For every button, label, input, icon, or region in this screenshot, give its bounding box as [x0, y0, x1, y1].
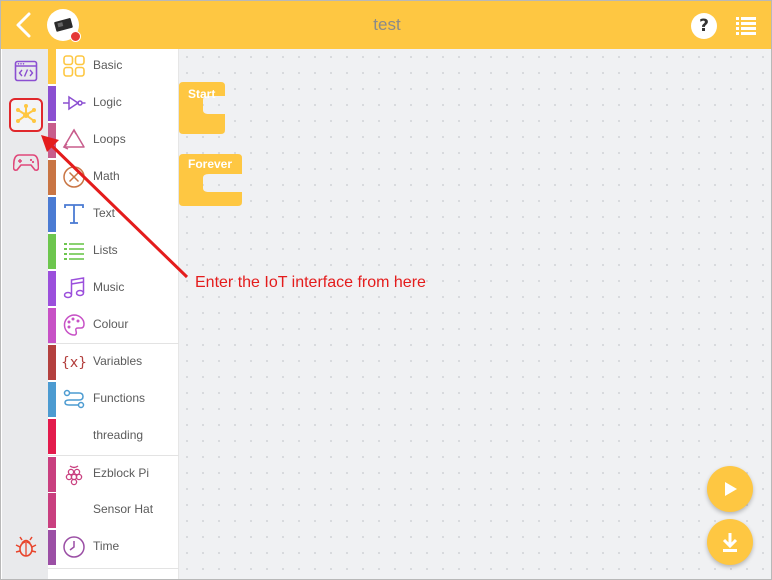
category-label: Text — [93, 206, 116, 220]
grid-icon — [63, 55, 85, 77]
category-color-bar — [48, 493, 56, 528]
category-label: Sensor Hat — [93, 502, 154, 516]
music-note-icon — [63, 277, 85, 299]
category-color-bar — [48, 123, 56, 158]
palette-icon — [63, 314, 85, 336]
play-icon — [725, 482, 737, 496]
category-functions[interactable]: Functions — [48, 382, 179, 417]
category-label: Math — [93, 169, 120, 183]
category-basic[interactable]: Basic — [48, 49, 179, 84]
category-label: threading — [93, 428, 144, 442]
category-panel: Basic Logic Loops Math Text Lists Music … — [48, 49, 179, 579]
category-color-bar — [48, 457, 56, 492]
iot-button[interactable] — [9, 98, 43, 132]
forever-block-label: Forever — [188, 157, 233, 171]
project-title: test — [373, 15, 401, 34]
category-label: Logic — [93, 95, 122, 109]
code-view-icon — [14, 60, 38, 82]
category-label: Functions — [93, 391, 146, 405]
side-rail — [2, 49, 48, 579]
logic-gate-icon — [63, 95, 86, 111]
category-color-bar — [48, 530, 56, 565]
category-color-bar — [48, 86, 56, 121]
category-lists[interactable]: Lists — [48, 234, 179, 269]
category-text[interactable]: Text — [48, 197, 179, 232]
list-icon — [64, 243, 84, 260]
category-variables[interactable]: {x} Variables — [48, 345, 179, 380]
category-label: Basic — [93, 58, 123, 72]
category-logic[interactable]: Logic — [48, 86, 179, 121]
run-button[interactable] — [707, 466, 753, 512]
help-button[interactable]: ? — [691, 13, 717, 39]
category-color-bar — [48, 382, 56, 417]
gamepad-icon — [13, 154, 39, 171]
iot-icon — [16, 104, 36, 123]
category-color-bar — [48, 345, 56, 380]
category-color-bar — [48, 419, 56, 454]
download-button[interactable] — [707, 519, 753, 565]
category-color-bar — [48, 49, 56, 84]
category-threading[interactable]: threading — [48, 419, 179, 454]
clock-icon — [63, 536, 85, 558]
category-color-bar — [48, 160, 56, 195]
debug-button[interactable] — [9, 530, 43, 564]
variable-icon: {x} — [62, 355, 86, 371]
category-music[interactable]: Music — [48, 271, 179, 306]
category-sensor-hat[interactable]: Sensor Hat — [48, 493, 179, 528]
category-color-bar — [48, 308, 56, 343]
code-view-button[interactable] — [9, 54, 43, 88]
category-loops[interactable]: Loops — [48, 123, 179, 158]
svg-text:{x}: {x} — [62, 355, 86, 371]
text-icon — [64, 204, 84, 224]
category-label: Variables — [93, 354, 143, 368]
category-label: Colour — [93, 317, 129, 331]
bug-icon — [15, 536, 37, 557]
block-workspace[interactable]: Start Forever — [179, 49, 771, 579]
category-math[interactable]: Math — [48, 160, 179, 195]
category-color-bar — [48, 234, 56, 269]
raspberry-icon — [65, 465, 83, 486]
category-divider — [48, 568, 179, 569]
category-label: Lists — [93, 243, 118, 257]
category-label: Time — [93, 539, 120, 553]
category-time[interactable]: Time — [48, 530, 179, 565]
category-divider — [48, 343, 179, 344]
annotation-text: Enter the IoT interface from here — [195, 274, 426, 291]
start-block-label: Start — [188, 87, 216, 101]
category-label: Music — [93, 280, 125, 294]
gamepad-button[interactable] — [9, 145, 43, 179]
download-icon — [722, 533, 738, 552]
function-icon — [63, 389, 85, 409]
list-menu-icon[interactable] — [736, 17, 756, 35]
top-bar: test ? — [1, 1, 771, 49]
category-label: Ezblock Pi — [93, 466, 150, 480]
math-icon — [63, 166, 85, 188]
category-color-bar — [48, 197, 56, 232]
category-color-bar — [48, 271, 56, 306]
recycle-icon — [62, 128, 85, 150]
category-label: Loops — [93, 132, 126, 146]
category-divider — [48, 455, 179, 456]
category-colour[interactable]: Colour — [48, 308, 179, 343]
app-window: test ? Basic Logic Loops Math Text Lists… — [0, 0, 772, 580]
category-ezblock-pi[interactable]: Ezblock Pi — [48, 457, 179, 492]
